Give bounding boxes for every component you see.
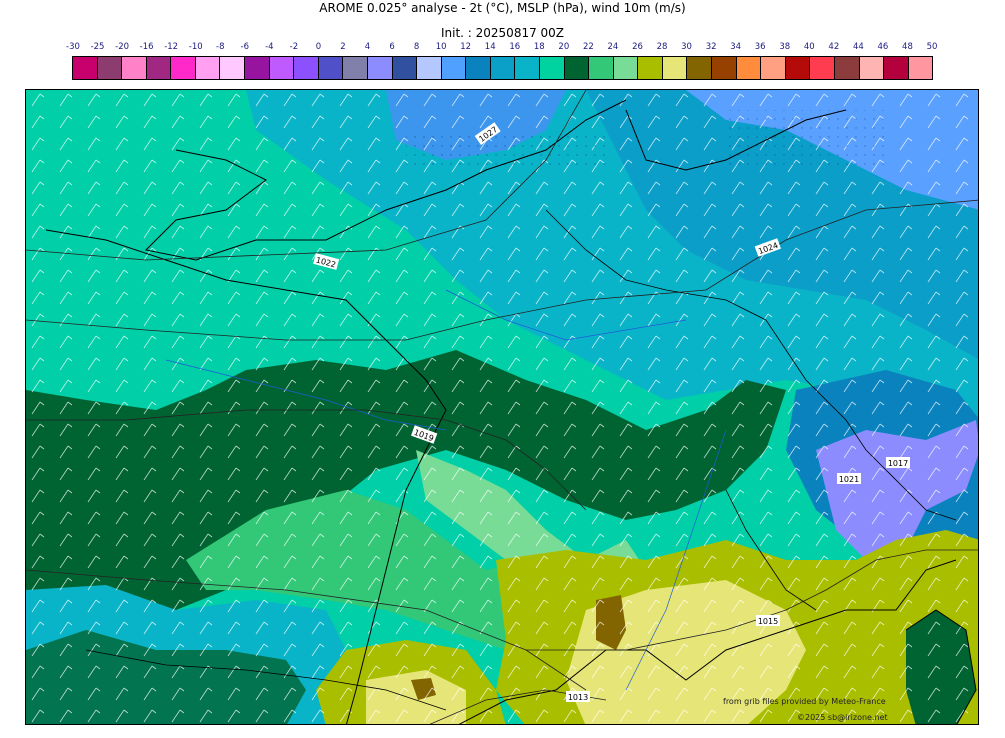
copyright-credit: ©2025 sb@irizone.net [797,713,888,722]
rain-dots-layer [726,110,886,170]
isobar-label-text: 1013 [568,693,588,702]
init-time: Init. : 20250817 00Z [440,26,565,40]
legend-color-swatch [466,57,491,79]
legend-color-swatch [97,57,123,79]
legend-color-swatch [417,57,442,79]
legend-color-swatch [712,57,737,79]
color-legend-bar [72,56,933,80]
weather-map[interactable]: 1027 1022 1024 1019 1013 1017 1021 1015 [25,89,979,725]
isobar-label-text: 1017 [888,459,908,468]
legend-color-swatch [761,57,786,79]
legend-color-swatch [908,57,933,79]
wind-barbs-layer [26,90,978,724]
legend-color-swatch [441,57,467,79]
legend-color-swatch [662,57,688,79]
legend-color-swatch [245,57,270,79]
isobar-label-text: 1015 [758,617,778,626]
legend-color-swatch [515,57,540,79]
legend-color-swatch [884,57,909,79]
legend-color-swatch [269,57,295,79]
legend-color-swatch [564,57,590,79]
legend-color-swatch [294,57,319,79]
isobar-label: 1013 [566,691,590,702]
isobar-label: 1021 [837,473,861,484]
legend-color-swatch [122,57,147,79]
legend-color-swatch [539,57,565,79]
legend-color-swatch [736,57,762,79]
legend-color-swatch [343,57,368,79]
legend-color-swatch [834,57,860,79]
legend-color-swatch [638,57,663,79]
legend-color-swatch [859,57,885,79]
map-canvas: 10271022102410191013101710211015 [26,90,978,724]
rain-dots-layer [406,130,606,170]
isobar-label: 1017 [886,457,910,468]
legend-color-swatch [73,57,98,79]
isobar-label: 1015 [756,615,780,626]
isobar-label-text: 1021 [839,475,859,484]
legend-ticks: -30 -25 -20 -16 -12 -10 -8 -6 -4 -2 0 2 4 6 8 10 12 14 16 1… [66,42,937,53]
legend-tick-label: 50 [926,42,938,52]
legend-color-swatch [171,57,196,79]
legend-color-swatch [392,57,418,79]
chart-title: AROME 0.025° analyse - 2t (°C), MSLP (hP… [319,1,686,15]
legend-color-swatch [785,57,811,79]
legend-color-swatch [687,57,713,79]
legend-color-swatch [367,57,393,79]
legend-color-swatch [810,57,835,79]
legend-color-swatch [318,57,344,79]
legend-color-swatch [220,57,246,79]
data-source-credit: from grib files provided by Meteo-France [723,697,886,706]
legend-color-swatch [195,57,221,79]
legend-color-swatch [490,57,516,79]
legend-color-swatch [589,57,614,79]
legend-color-swatch [146,57,172,79]
legend-color-swatch [613,57,639,79]
